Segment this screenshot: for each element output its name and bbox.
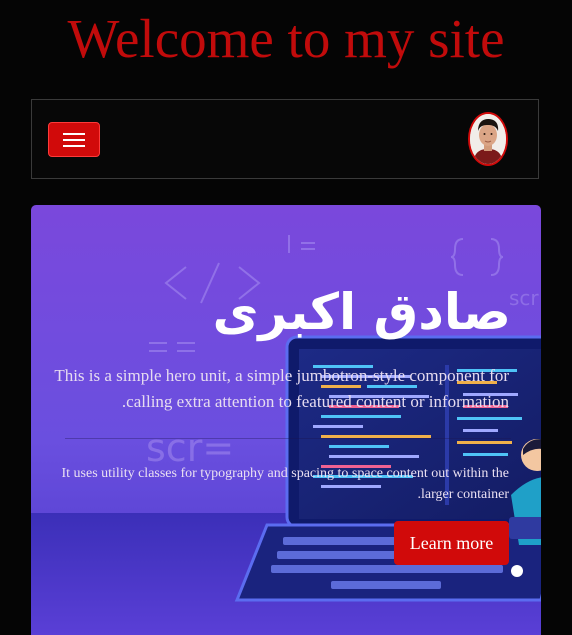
hamburger-icon-line <box>63 139 85 141</box>
hero-divider <box>65 438 511 439</box>
avatar[interactable] <box>468 112 508 166</box>
hero-illustration: scr= scr <box>31 235 541 635</box>
navbar-toggler-button[interactable] <box>48 122 100 157</box>
site-title: Welcome to my site <box>67 8 505 69</box>
hamburger-icon <box>63 133 85 135</box>
profile-photo <box>470 114 506 164</box>
svg-text:scr: scr <box>509 286 539 310</box>
hero-body-text: It uses utility classes for typography a… <box>61 466 509 502</box>
hamburger-icon-line <box>63 145 85 147</box>
learn-more-button[interactable]: Learn more <box>394 521 509 565</box>
hero-lead-text: This is a simple hero unit, a simple jum… <box>54 366 509 411</box>
hero-jumbotron: scr= scr صادق اکبری This is a simple her… <box>31 205 541 635</box>
hero-name-heading: صادق اکبری <box>212 283 511 341</box>
navbar <box>31 99 539 179</box>
